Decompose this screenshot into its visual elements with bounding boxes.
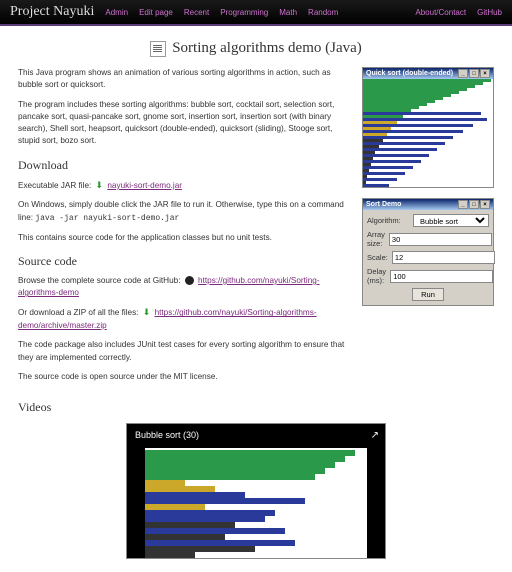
download-icon: ⬇ <box>143 306 151 320</box>
window-title-text: Quick sort (double-ended) <box>366 70 453 77</box>
video-title: Bubble sort (30) <box>135 430 199 440</box>
heading-videos: Videos <box>18 400 494 415</box>
document-icon <box>150 41 166 57</box>
nav-edit[interactable]: Edit page <box>139 8 173 17</box>
dly-input[interactable] <box>390 270 493 283</box>
page-title: Sorting algorithms demo (Java) <box>18 40 494 57</box>
main-column: This Java program shows an animation of … <box>18 67 350 390</box>
scl-input[interactable] <box>392 251 495 264</box>
github-icon <box>185 276 194 285</box>
content: Sorting algorithms demo (Java) This Java… <box>0 26 512 572</box>
heading-download: Download <box>18 158 350 173</box>
screenshot-quicksort: Quick sort (double-ended) _ □ × <box>362 67 494 188</box>
intro-1: This Java program shows an animation of … <box>18 67 350 92</box>
window-titlebar: Sort Demo _ □ × <box>363 199 493 210</box>
brand[interactable]: Project Nayuki <box>10 4 94 20</box>
screenshot-sortdemo: Sort Demo _ □ × Algorithm: Bubble sort Ar… <box>362 198 494 306</box>
window-title-text: Sort Demo <box>366 201 401 208</box>
source-junit: The code package also includes JUnit tes… <box>18 339 350 364</box>
window-titlebar: Quick sort (double-ended) _ □ × <box>363 68 493 79</box>
scl-label: Scale: <box>367 253 388 262</box>
minimize-icon: _ <box>458 69 468 78</box>
maximize-icon: □ <box>469 69 479 78</box>
title-text: Sorting algorithms demo (Java) <box>172 40 362 57</box>
nav-programming[interactable]: Programming <box>220 8 268 17</box>
download-note: This contains source code for the applic… <box>18 232 350 244</box>
video-player[interactable]: Bubble sort (30) ↗ <box>126 423 386 559</box>
arr-input[interactable] <box>389 233 492 246</box>
close-icon: × <box>480 69 490 78</box>
sort-chart <box>363 79 493 187</box>
nav-admin[interactable]: Admin <box>105 8 128 17</box>
arr-label: Array size: <box>367 230 385 248</box>
share-icon[interactable]: ↗ <box>371 430 379 441</box>
intro-2: The program includes these sorting algor… <box>18 99 350 148</box>
heading-source: Source code <box>18 254 350 269</box>
alg-select[interactable]: Bubble sort <box>413 214 489 227</box>
form-panel: Algorithm: Bubble sort Array size: Scale:… <box>363 210 493 305</box>
cmd-code: java -jar nayuki-sort-demo.jar <box>35 214 179 223</box>
source-license: The source code is open source under the… <box>18 371 350 383</box>
nav-random[interactable]: Random <box>308 8 338 17</box>
download-icon: ⬇ <box>96 179 104 193</box>
nav-github[interactable]: GitHub <box>477 8 502 17</box>
download-windows: On Windows, simply double click the JAR … <box>18 199 350 224</box>
video-chart <box>145 448 367 558</box>
run-button[interactable]: Run <box>412 288 444 301</box>
source-browse: Browse the complete source code at GitHu… <box>18 275 350 300</box>
close-icon: × <box>480 200 490 209</box>
aside-column: Quick sort (double-ended) _ □ × Sort Dem… <box>362 67 494 390</box>
topbar: Project Nayuki Admin Edit page Recent Pr… <box>0 0 512 26</box>
download-link[interactable]: nayuki-sort-demo.jar <box>107 181 182 190</box>
nav-math[interactable]: Math <box>279 8 297 17</box>
source-zip: Or download a ZIP of all the files: ⬇ ht… <box>18 306 350 332</box>
nav-about[interactable]: About/Contact <box>415 8 466 17</box>
maximize-icon: □ <box>469 200 479 209</box>
download-line: Executable JAR file: ⬇ nayuki-sort-demo.… <box>18 179 350 193</box>
minimize-icon: _ <box>458 200 468 209</box>
alg-label: Algorithm: <box>367 216 409 225</box>
nav-recent[interactable]: Recent <box>184 8 209 17</box>
dly-label: Delay (ms): <box>367 267 386 285</box>
